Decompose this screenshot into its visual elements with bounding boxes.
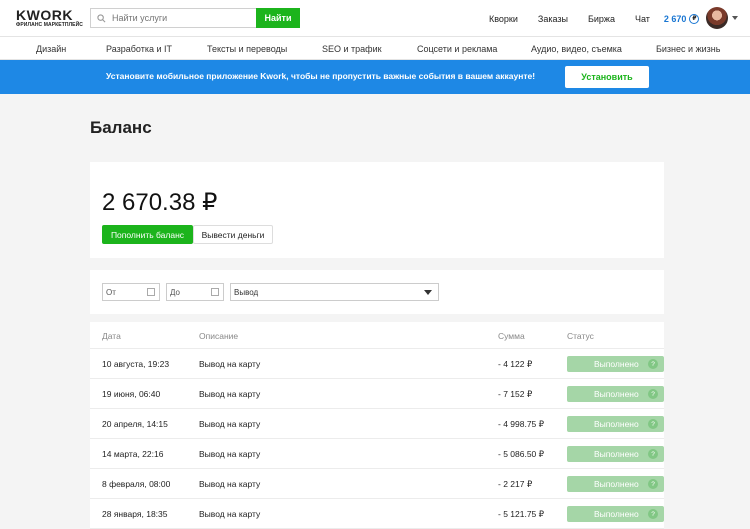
table-row: 8 февраля, 08:00 Вывод на карту - 2 217 …: [90, 469, 664, 499]
row-amount: - 5 121.75 ₽: [498, 509, 545, 519]
status-badge: Выполнено?: [567, 476, 664, 492]
top-nav: Кворки Заказы Биржа Чат 2 670 ₽: [489, 0, 719, 37]
date-from-field[interactable]: От: [102, 283, 160, 301]
search-button[interactable]: Найти: [256, 8, 300, 28]
category-dev-it[interactable]: Разработка и IT: [106, 37, 172, 60]
operation-type-value: Вывод: [234, 287, 259, 297]
header-balance-value: 2 670: [663, 13, 687, 24]
row-date: 14 марта, 22:16: [102, 449, 164, 459]
ruble-icon: ₽: [689, 13, 700, 24]
withdraw-button[interactable]: Вывести деньги: [193, 225, 273, 244]
column-description: Описание: [199, 331, 239, 341]
help-icon[interactable]: ?: [648, 449, 658, 459]
table-row: 19 июня, 06:40 Вывод на карту - 7 152 ₽ …: [90, 379, 664, 409]
logo-subtitle: ФРИЛАНС МАРКЕТПЛЕЙС: [16, 21, 84, 28]
row-date: 19 июня, 06:40: [102, 389, 161, 399]
status-badge: Выполнено?: [567, 386, 664, 402]
row-description: Вывод на карту: [199, 359, 261, 369]
category-social[interactable]: Соцсети и реклама: [417, 37, 497, 60]
row-amount: - 7 152 ₽: [498, 389, 533, 399]
category-audio-video[interactable]: Аудио, видео, съемка: [531, 37, 622, 60]
category-seo[interactable]: SEO и трафик: [322, 37, 382, 60]
column-date: Дата: [102, 331, 121, 341]
status-badge: Выполнено?: [567, 356, 664, 372]
status-label: Выполнено: [594, 389, 639, 399]
status-label: Выполнено: [594, 479, 639, 489]
date-to-placeholder: До: [170, 287, 180, 297]
help-icon[interactable]: ?: [648, 479, 658, 489]
logo-text: KWORK: [16, 6, 73, 23]
banner-text: Установите мобильное приложение Kwork, ч…: [106, 71, 536, 81]
calendar-icon: [147, 288, 155, 296]
category-texts[interactable]: Тексты и переводы: [207, 37, 287, 60]
column-amount: Сумма: [498, 331, 525, 341]
row-description: Вывод на карту: [199, 449, 261, 459]
row-description: Вывод на карту: [199, 509, 261, 519]
transactions-table: Дата Описание Сумма Статус 10 августа, 1…: [90, 322, 664, 529]
status-label: Выполнено: [594, 419, 639, 429]
table-row: 28 января, 18:35 Вывод на карту - 5 121.…: [90, 499, 664, 529]
search-icon: [97, 13, 106, 22]
calendar-icon: [211, 288, 219, 296]
row-date: 10 августа, 19:23: [102, 359, 170, 369]
row-date: 20 апреля, 14:15: [102, 419, 168, 429]
kwork-logo[interactable]: KWORK ФРИЛАНС МАРКЕТПЛЕЙС: [16, 6, 86, 28]
help-icon[interactable]: ?: [648, 509, 658, 519]
status-badge: Выполнено?: [567, 446, 664, 462]
nav-exchange[interactable]: Биржа: [588, 14, 615, 24]
row-amount: - 4 998.75 ₽: [498, 419, 545, 429]
page-title: Баланс: [90, 118, 152, 137]
table-row: 14 марта, 22:16 Вывод на карту - 5 086.5…: [90, 439, 664, 469]
row-date: 28 января, 18:35: [102, 509, 168, 519]
search-field[interactable]: [90, 8, 256, 28]
balance-card: 2 670.38 ₽ Пополнить баланс Вывести день…: [90, 162, 664, 258]
help-icon[interactable]: ?: [648, 359, 658, 369]
search-bar: Найти: [90, 8, 300, 28]
filter-card: От До Вывод: [90, 270, 664, 314]
balance-amount: 2 670.38 ₽: [102, 189, 218, 216]
search-input[interactable]: [112, 13, 252, 23]
chevron-down-icon: [424, 290, 432, 295]
date-from-placeholder: От: [106, 287, 116, 297]
nav-chat[interactable]: Чат: [635, 14, 650, 24]
help-icon[interactable]: ?: [648, 419, 658, 429]
date-to-field[interactable]: До: [166, 283, 224, 301]
app-banner: Установите мобильное приложение Kwork, ч…: [0, 60, 750, 94]
status-label: Выполнено: [594, 359, 639, 369]
row-amount: - 4 122 ₽: [498, 359, 533, 369]
row-amount: - 2 217 ₽: [498, 479, 533, 489]
nav-kworks[interactable]: Кворки: [489, 14, 518, 24]
category-bar: Дизайн Разработка и IT Тексты и переводы…: [0, 37, 750, 60]
category-business[interactable]: Бизнес и жизнь: [656, 37, 720, 60]
install-button[interactable]: Установить: [565, 66, 649, 88]
chevron-down-icon[interactable]: [732, 16, 738, 20]
nav-orders[interactable]: Заказы: [538, 14, 568, 24]
category-design[interactable]: Дизайн: [36, 37, 66, 60]
row-amount: - 5 086.50 ₽: [498, 449, 545, 459]
status-label: Выполнено: [594, 449, 639, 459]
topup-button[interactable]: Пополнить баланс: [102, 225, 193, 244]
status-badge: Выполнено?: [567, 506, 664, 522]
top-header: KWORK ФРИЛАНС МАРКЕТПЛЕЙС Найти Кворки З…: [0, 0, 750, 37]
row-description: Вывод на карту: [199, 389, 261, 399]
row-description: Вывод на карту: [199, 419, 261, 429]
column-status: Статус: [567, 331, 594, 341]
avatar[interactable]: [706, 7, 728, 29]
row-description: Вывод на карту: [199, 479, 261, 489]
status-badge: Выполнено?: [567, 416, 664, 432]
status-label: Выполнено: [594, 509, 639, 519]
help-icon[interactable]: ?: [648, 389, 658, 399]
operation-type-select[interactable]: Вывод: [230, 283, 439, 301]
row-date: 8 февраля, 08:00: [102, 479, 171, 489]
table-row: 10 августа, 19:23 Вывод на карту - 4 122…: [90, 349, 664, 379]
table-row: 20 апреля, 14:15 Вывод на карту - 4 998.…: [90, 409, 664, 439]
